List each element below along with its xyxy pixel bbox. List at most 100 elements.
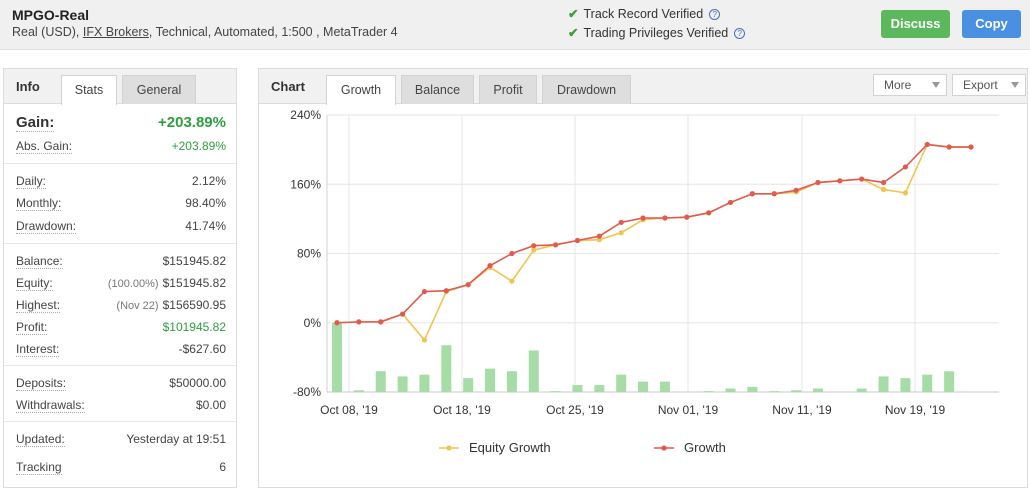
deposits-value: $50000.00	[169, 376, 226, 390]
growth-point	[924, 141, 930, 148]
tab-profit[interactable]: Profit	[479, 75, 537, 104]
export-dropdown[interactable]: Export	[952, 74, 1026, 96]
withdrawals-value: $0.00	[195, 398, 226, 412]
equity-value-wrap: (100.00%) $151945.82	[108, 276, 226, 290]
divider	[4, 421, 236, 422]
equity-growth-point	[880, 186, 887, 193]
bar	[944, 371, 955, 392]
equity-row: Equity: (100.00%) $151945.82	[16, 276, 226, 294]
bar	[703, 391, 714, 392]
abs-gain-row: Abs. Gain: +203.89%	[16, 139, 226, 157]
tracking-label: Tracking	[16, 460, 62, 475]
growth-point	[727, 199, 734, 206]
gain-value: +203.89%	[158, 114, 226, 131]
growth-point	[815, 179, 821, 186]
equity-percent: (100.00%)	[107, 278, 159, 290]
profit-value: $101945.82	[162, 320, 226, 334]
check-icon: ✔	[568, 7, 579, 21]
growth-line	[336, 143, 971, 324]
export-label: Export	[963, 78, 998, 92]
bar	[747, 386, 758, 392]
highest-value-wrap: (Nov 22) $156590.95	[116, 298, 226, 312]
tab-balance[interactable]: Balance	[401, 75, 474, 104]
bar	[878, 376, 889, 392]
growth-point	[640, 215, 646, 221]
y-tick-label: 160%	[290, 177, 321, 191]
daily-value: 2.12%	[191, 174, 226, 188]
account-type: Real (USD),	[12, 25, 80, 39]
help-icon[interactable]: ?	[734, 28, 746, 40]
growth-point	[487, 263, 493, 269]
tracking-row: Tracking 6	[16, 460, 226, 478]
growth-point	[771, 191, 777, 197]
updated-label: Updated:	[16, 432, 65, 447]
growth-point	[443, 288, 449, 294]
divider	[4, 243, 236, 244]
bar	[550, 391, 561, 392]
tab-stats[interactable]: Stats	[61, 75, 117, 105]
y-tick-label: 240%	[290, 108, 321, 122]
bar	[485, 368, 496, 392]
tab-drawdown[interactable]: Drawdown	[542, 75, 631, 104]
legend-label: Growth	[684, 440, 726, 455]
highest-row: Highest: (Nov 22) $156590.95	[16, 298, 226, 316]
more-dropdown[interactable]: More	[873, 74, 947, 96]
equity-growth-point	[618, 230, 624, 236]
x-tick-label: Nov 11, '19	[772, 403, 832, 417]
discuss-button[interactable]: Discuss	[881, 10, 950, 38]
broker-link[interactable]: IFX Brokers	[83, 25, 149, 39]
chart-tab-bar: Chart Growth Balance Profit Drawdown Mor…	[259, 69, 1027, 105]
verification-label: Track Record Verified	[583, 7, 704, 21]
highest-label: Highest:	[16, 298, 61, 313]
equity-growth-point	[902, 190, 909, 196]
x-tick-label: Oct 25, '19	[546, 403, 604, 417]
equity-growth-line	[336, 143, 971, 342]
monthly-value: 98.40%	[185, 196, 226, 210]
x-tick-label: Nov 19, '19	[885, 403, 946, 417]
chart-panel: Chart Growth Balance Profit Drawdown Mor…	[258, 68, 1028, 488]
bar	[463, 378, 474, 392]
balance-row: Balance: $151945.82	[16, 254, 226, 272]
info-title: Info	[16, 79, 40, 94]
bar	[659, 381, 670, 392]
copy-button[interactable]: Copy	[962, 10, 1021, 38]
chevron-down-icon	[932, 82, 940, 88]
deposits-label: Deposits:	[16, 376, 67, 391]
growth-point	[509, 250, 515, 257]
check-icon: ✔	[568, 26, 579, 40]
help-icon[interactable]: ?	[709, 9, 721, 21]
x-tick-label: Oct 08, '19	[320, 403, 378, 417]
x-tick-label: Nov 01, '19	[658, 403, 719, 417]
legend-marker	[661, 445, 667, 451]
more-label: More	[884, 78, 912, 92]
equity-value: $151945.82	[162, 276, 226, 290]
bar	[397, 376, 408, 392]
bar	[419, 374, 430, 392]
account-name: MPGO-Real	[12, 7, 90, 23]
growth-point	[662, 215, 668, 221]
tab-growth[interactable]: Growth	[326, 75, 396, 105]
growth-point	[421, 288, 428, 295]
interest-label: Interest:	[16, 342, 60, 357]
bar	[506, 371, 517, 392]
growth-point	[378, 319, 384, 325]
account-header: MPGO-Real Real (USD), IFX Brokers, Techn…	[0, 0, 1030, 50]
bar	[616, 374, 627, 392]
x-tick-label: Oct 18, '19	[433, 403, 491, 417]
monthly-label: Monthly:	[16, 196, 62, 211]
growth-point	[749, 191, 755, 197]
bar	[441, 345, 452, 392]
growth-point	[596, 233, 602, 239]
growth-point	[793, 187, 799, 193]
bar	[353, 390, 364, 392]
growth-point	[531, 243, 537, 249]
growth-point	[465, 282, 471, 288]
interest-value: -$627.60	[178, 342, 226, 356]
bar	[856, 388, 867, 392]
tab-general[interactable]: General	[122, 75, 196, 104]
abs-gain-value: +203.89%	[171, 139, 226, 153]
highest-date: (Nov 22)	[116, 300, 159, 312]
drawdown-label: Drawdown:	[16, 219, 77, 234]
profit-row: Profit: $101945.82	[16, 320, 226, 338]
account-details: , Technical, Automated, 1:500 , MetaTrad…	[148, 25, 398, 39]
